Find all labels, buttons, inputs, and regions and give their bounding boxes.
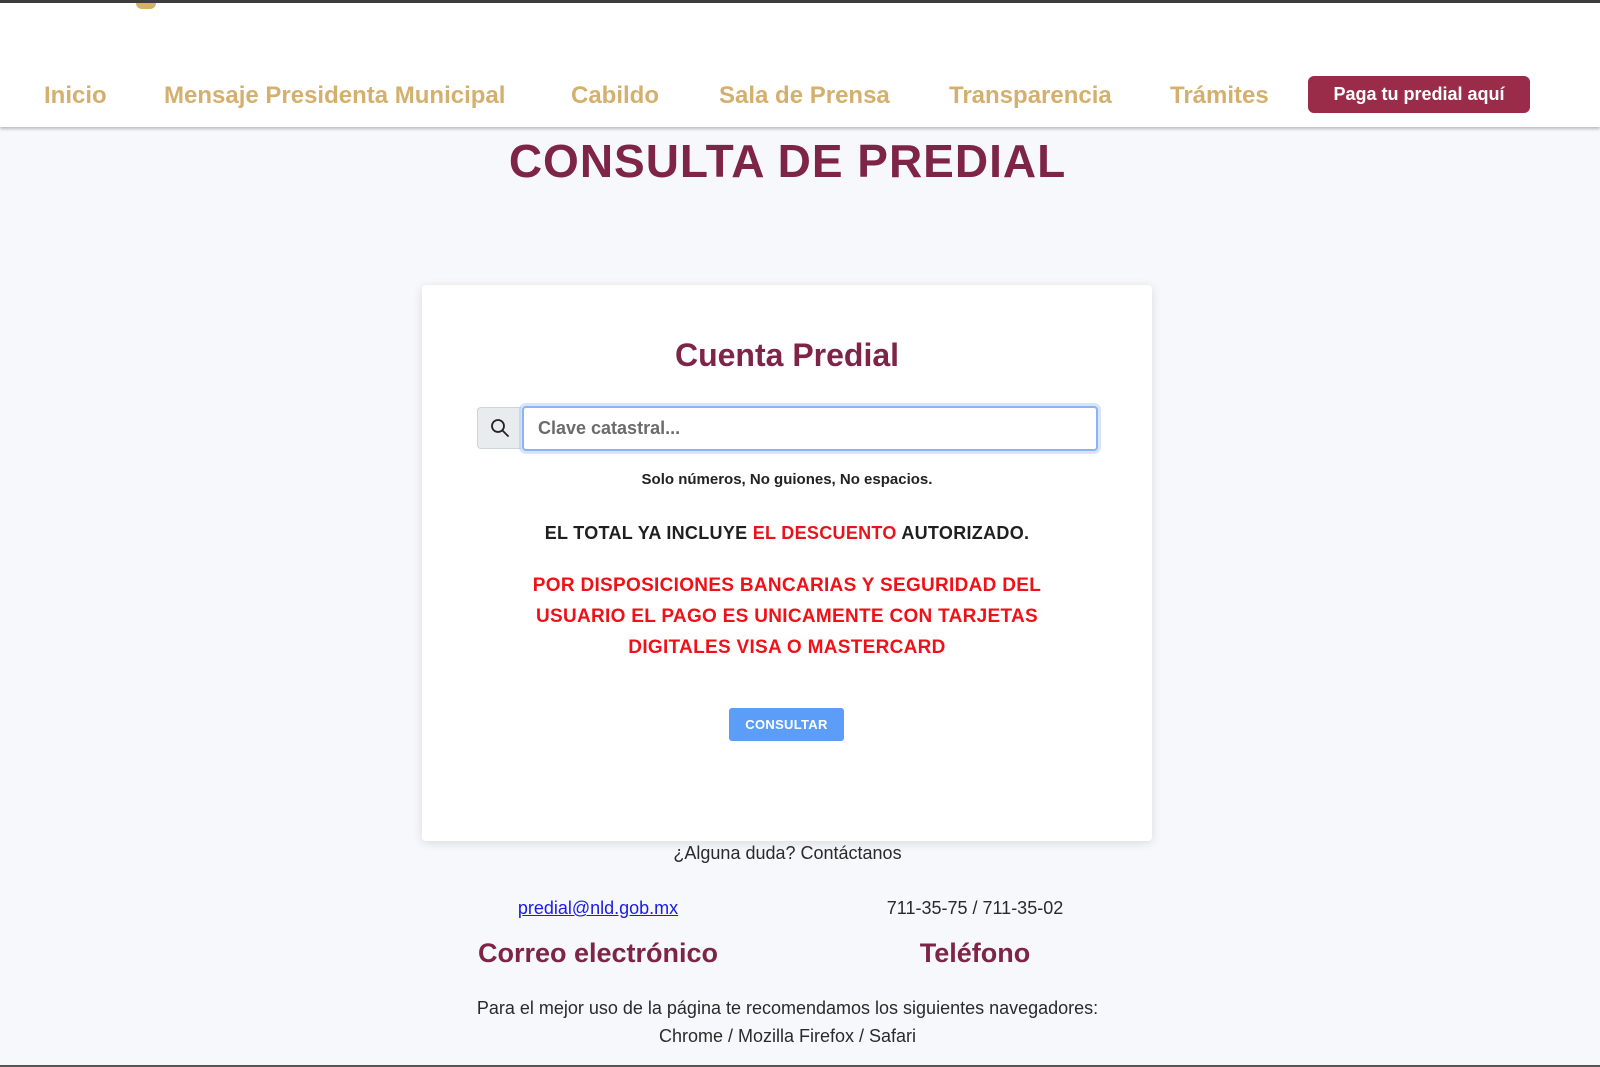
phone-heading: Teléfono	[919, 938, 1031, 968]
pay-predial-button[interactable]: Paga tu predial aquí	[1308, 76, 1530, 113]
browser-recommendation-text: Para el mejor uso de la página te recome…	[476, 998, 1099, 1018]
page-title: CONSULTA DE PREDIAL	[508, 135, 1067, 187]
consult-button[interactable]: CONSULTAR	[729, 708, 844, 741]
browser-list: Chrome / Mozilla Firefox / Safari	[658, 1026, 917, 1046]
nav-item-mensaje-presidenta[interactable]: Mensaje Presidenta Municipal	[164, 78, 505, 114]
page: Inicio Mensaje Presidenta Municipal Cabi…	[0, 0, 1600, 1067]
search-icon	[477, 407, 521, 449]
notice-text-end: AUTORIZADO.	[896, 523, 1030, 543]
nav-item-cabildo[interactable]: Cabildo	[571, 78, 659, 114]
nav-item-transparencia[interactable]: Transparencia	[949, 78, 1112, 114]
card-title: Cuenta Predial	[674, 337, 900, 373]
nav-item-tramites[interactable]: Trámites	[1170, 78, 1269, 114]
top-border	[0, 0, 1600, 3]
notice-text-start: EL TOTAL YA INCLUYE	[544, 523, 753, 543]
notice-highlight: EL DESCUENTO	[752, 523, 897, 543]
logo[interactable]	[136, 3, 156, 9]
email-link[interactable]: predial@nld.gob.mx	[508, 898, 688, 919]
input-hint: Solo números, No guiones, No espacios.	[641, 471, 933, 488]
site-header: Inicio Mensaje Presidenta Municipal Cabi…	[0, 0, 1600, 127]
nav-item-inicio[interactable]: Inicio	[44, 78, 107, 114]
discount-notice: EL TOTAL YA INCLUYE EL DESCUENTO AUTORIZ…	[422, 523, 1152, 544]
email-heading: Correo electrónico	[477, 938, 719, 968]
payment-warning: POR DISPOSICIONES BANCARIAS Y SEGURIDAD …	[532, 575, 1042, 658]
contact-question: ¿Alguna duda? Contáctanos	[673, 843, 902, 863]
phone-numbers: 711-35-75 / 711-35-02	[886, 898, 1064, 918]
cadastral-key-input[interactable]	[522, 406, 1098, 451]
browser-recommendation: Para el mejor uso de la página te recome…	[0, 994, 1575, 1050]
predial-card: Cuenta Predial Solo números, No guiones,…	[422, 285, 1152, 841]
nav-item-sala-de-prensa[interactable]: Sala de Prensa	[719, 78, 890, 114]
